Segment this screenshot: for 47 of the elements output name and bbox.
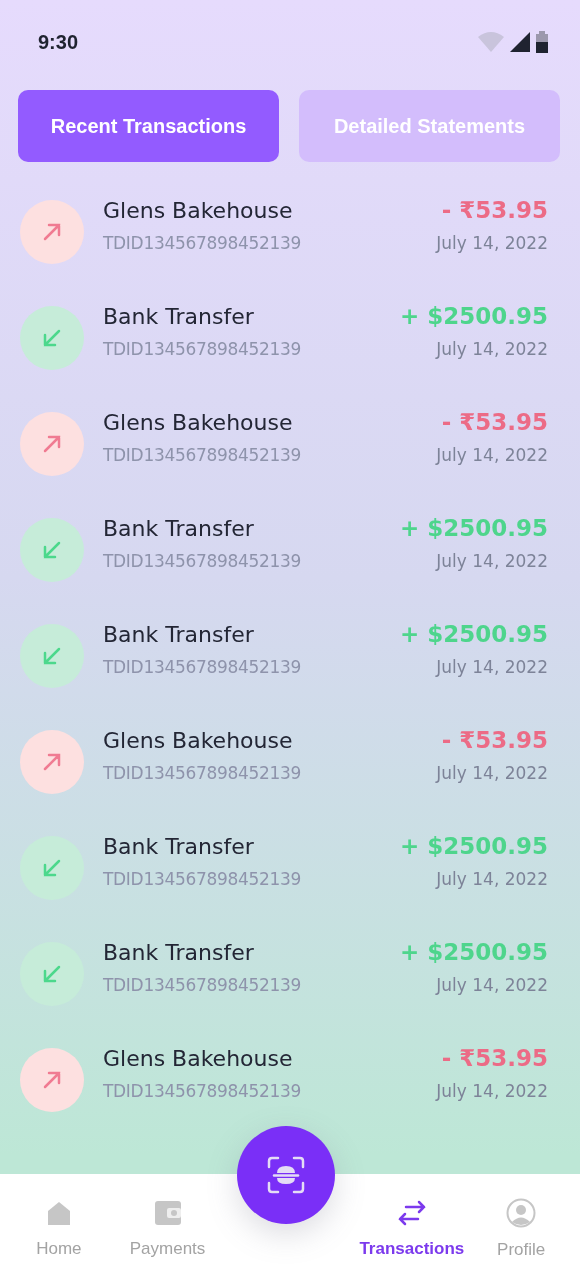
transaction-date: July 14, 2022: [436, 1081, 548, 1101]
amount: + $2500.95: [399, 833, 548, 859]
merchant-name: Glens Bakehouse: [103, 727, 294, 753]
transaction-date: July 14, 2022: [436, 445, 548, 465]
status-time: 9:30: [38, 30, 79, 54]
amount: - ₹53.95: [441, 409, 548, 435]
transaction-id: TDID134567898452139: [103, 974, 303, 995]
battery-icon: [536, 31, 548, 53]
nav-item[interactable]: Transactions: [359, 1199, 465, 1259]
transaction-id: TDID134567898452139: [103, 444, 303, 465]
nav-item[interactable]: Profile: [464, 1198, 578, 1260]
merchant-name: Glens Bakehouse: [103, 1045, 294, 1071]
amount: + $2500.95: [399, 621, 548, 647]
amount: + $2500.95: [399, 303, 548, 329]
transaction-id: TDID134567898452139: [103, 868, 303, 889]
merchant-name: Bank Transfer: [103, 833, 255, 859]
merchant-name: Bank Transfer: [103, 939, 255, 965]
transaction-date: July 14, 2022: [436, 869, 548, 889]
tab[interactable]: Detailed Statements: [299, 90, 560, 162]
tab[interactable]: Recent Transactions: [18, 90, 279, 162]
transaction-date: July 14, 2022: [436, 233, 548, 253]
scan-icon: [266, 1155, 306, 1195]
transaction-date: July 14, 2022: [436, 763, 548, 783]
amount: - ₹53.95: [441, 1045, 548, 1071]
wifi-icon: [478, 32, 504, 52]
transaction-id: TDID134567898452139: [103, 656, 303, 677]
amount: - ₹53.95: [441, 197, 548, 223]
amount: + $2500.95: [399, 939, 548, 965]
transaction-id: TDID134567898452139: [103, 1080, 303, 1101]
merchant-name: Glens Bakehouse: [103, 409, 294, 435]
signal-icon: [510, 32, 530, 52]
transaction-id: TDID134567898452139: [103, 762, 303, 783]
amount: + $2500.95: [399, 515, 548, 541]
merchant-name: Bank Transfer: [103, 621, 255, 647]
transaction-id: TDID134567898452139: [103, 232, 303, 253]
merchant-name: Bank Transfer: [103, 303, 255, 329]
transaction-id: TDID134567898452139: [103, 550, 303, 571]
merchant-name: Glens Bakehouse: [103, 197, 294, 223]
transaction-id: TDID134567898452139: [103, 338, 303, 359]
transaction-date: July 14, 2022: [436, 975, 548, 995]
profile-icon: [506, 1198, 537, 1228]
amount: - ₹53.95: [441, 727, 548, 753]
transaction-date: July 14, 2022: [436, 657, 548, 677]
transaction-date: July 14, 2022: [436, 339, 548, 359]
wallet-icon: [153, 1199, 182, 1227]
transaction-date: July 14, 2022: [436, 551, 548, 571]
merchant-name: Bank Transfer: [103, 515, 255, 541]
